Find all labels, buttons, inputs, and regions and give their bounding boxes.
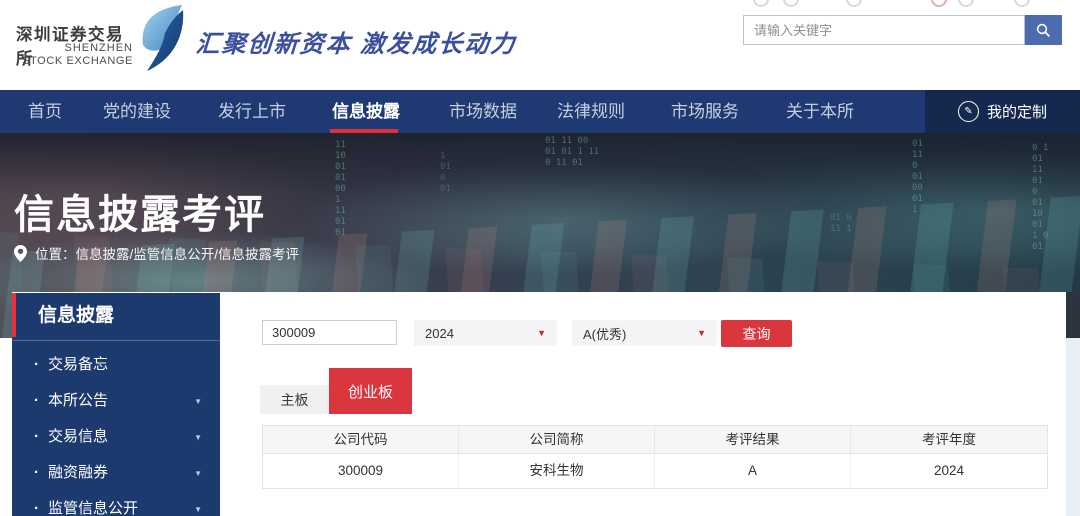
top-utility-icon-cutoff <box>783 0 799 7</box>
top-utility-icon-cutoff <box>1014 0 1030 7</box>
table-row[interactable]: 300009 安科生物 A 2024 <box>263 454 1047 488</box>
caret-down-icon: ▼ <box>537 328 546 338</box>
chevron-down-icon: ▼ <box>194 420 202 456</box>
binary-decoration: 01 0 11 1 <box>830 213 852 235</box>
sidebar-item-label: 本所公告 <box>48 392 108 409</box>
evaluation-results-table: 公司代码 公司简称 考评结果 考评年度 300009 安科生物 A 2024 <box>262 425 1048 489</box>
sidebar-title: 信息披露 <box>38 293 114 339</box>
binary-decoration: 01 11 0 01 00 01 1 <box>912 139 923 216</box>
sidebar-item-label: 交易信息 <box>48 428 108 445</box>
sidebar-item-label: 交易备忘 <box>48 356 108 373</box>
tab-main-board[interactable]: 主板 <box>260 385 329 414</box>
my-customization-label: 我的定制 <box>987 101 1047 122</box>
page-title: 信息披露考评 <box>14 182 266 240</box>
sidebar-item-label: 融资融券 <box>48 464 108 481</box>
nav-item-rules[interactable]: 法律规则 <box>557 90 625 133</box>
breadcrumb-text: 位置：信息披露/监管信息公开/信息披露考评 <box>35 243 299 263</box>
search-icon <box>1036 23 1051 38</box>
logo-text-en-line1: SHENZHEN <box>16 42 133 54</box>
sidebar-item-exchange-notices[interactable]: · 本所公告 ▼ <box>12 383 220 419</box>
year-select-value: 2024 <box>425 326 454 341</box>
logo-text-en-line2: STOCK EXCHANGE <box>16 55 133 67</box>
location-pin-icon <box>14 245 27 262</box>
top-utility-icon-cutoff <box>958 0 974 7</box>
company-code-input[interactable] <box>262 320 397 345</box>
sidebar-item-label: 监管信息公开 <box>48 500 138 516</box>
sidebar-list: · 交易备忘 · 本所公告 ▼ · 交易信息 ▼ · 融资融券 ▼ · 监管信息… <box>12 347 220 516</box>
nav-item-market-data[interactable]: 市场数据 <box>449 90 517 133</box>
result-select-value: A(优秀) <box>583 324 626 343</box>
cell-result: A <box>655 454 851 488</box>
search-input[interactable] <box>743 15 1025 45</box>
col-header-company-code: 公司代码 <box>263 426 459 453</box>
sidebar-header: 信息披露 <box>12 293 220 341</box>
col-header-year: 考评年度 <box>851 426 1047 453</box>
binary-decoration: 01 11 00 01 01 1 11 0 11 01 <box>545 136 599 169</box>
main-nav: 首页 党的建设 发行上市 信息披露 市场数据 法律规则 市场服务 关于本所 ✎ … <box>0 90 1080 133</box>
bullet-icon: · <box>34 455 39 491</box>
pencil-circle-icon: ✎ <box>958 101 979 122</box>
chevron-down-icon: ▼ <box>194 384 202 420</box>
top-utility-icon-cutoff <box>931 0 947 7</box>
nav-item-disclosure[interactable]: 信息披露 <box>332 90 400 133</box>
sidebar-disclosure-menu: 信息披露 · 交易备忘 · 本所公告 ▼ · 交易信息 ▼ · 融资融券 ▼ <box>12 293 220 516</box>
binary-decoration: 1 01 0 01 <box>440 151 451 195</box>
cell-year: 2024 <box>851 454 1047 488</box>
tab-chinext[interactable]: 创业板 <box>329 368 412 414</box>
chevron-down-icon: ▼ <box>194 456 202 492</box>
bullet-icon: · <box>34 347 39 383</box>
szse-logo-icon <box>138 4 184 77</box>
binary-decoration: 0 1 01 11 01 0 01 10 01 1 0 01 <box>1032 143 1048 253</box>
left-margin <box>0 338 12 516</box>
table-header-row: 公司代码 公司简称 考评结果 考评年度 <box>263 426 1047 454</box>
col-header-company-name: 公司简称 <box>459 426 655 453</box>
sidebar-item-trading-memo[interactable]: · 交易备忘 <box>12 347 220 383</box>
breadcrumb: 位置：信息披露/监管信息公开/信息披露考评 <box>14 243 299 263</box>
bullet-icon: · <box>34 383 39 419</box>
top-utility-icon-cutoff <box>753 0 769 7</box>
top-utility-icon-cutoff <box>846 0 862 7</box>
sidebar-item-margin-trading[interactable]: · 融资融券 ▼ <box>12 455 220 491</box>
my-customization-button[interactable]: ✎ 我的定制 <box>925 90 1080 133</box>
cell-company-code: 300009 <box>263 454 459 488</box>
year-select[interactable]: 2024 ▼ <box>414 320 557 346</box>
search-button[interactable] <box>1025 15 1062 45</box>
binary-decoration: 11 10 01 01 00 1 11 01 01 <box>335 140 346 239</box>
nav-item-home[interactable]: 首页 <box>28 90 62 133</box>
scrollbar-thumb[interactable] <box>1066 292 1080 338</box>
nav-item-party[interactable]: 党的建设 <box>103 90 171 133</box>
sidebar-item-regulatory-disclosure[interactable]: · 监管信息公开 ▼ <box>12 491 220 516</box>
cell-company-name: 安科生物 <box>459 454 655 488</box>
result-select[interactable]: A(优秀) ▼ <box>572 320 717 346</box>
bullet-icon: · <box>34 491 39 516</box>
sidebar-item-trading-info[interactable]: · 交易信息 ▼ <box>12 419 220 455</box>
caret-down-icon: ▼ <box>697 328 706 338</box>
page: 深圳证券交易所 SHENZHEN STOCK EXCHANGE 汇聚创新资本 激… <box>0 0 1080 516</box>
chevron-down-icon: ▼ <box>194 492 202 516</box>
nav-item-services[interactable]: 市场服务 <box>671 90 739 133</box>
slogan: 汇聚创新资本 激发成长动力 <box>195 24 518 59</box>
sidebar-red-accent <box>12 293 16 337</box>
bullet-icon: · <box>34 419 39 455</box>
query-button[interactable]: 查询 <box>721 320 792 347</box>
nav-item-about[interactable]: 关于本所 <box>786 90 854 133</box>
nav-item-listing[interactable]: 发行上市 <box>218 90 286 133</box>
scrollbar-track[interactable] <box>1066 338 1080 516</box>
col-header-result: 考评结果 <box>655 426 851 453</box>
